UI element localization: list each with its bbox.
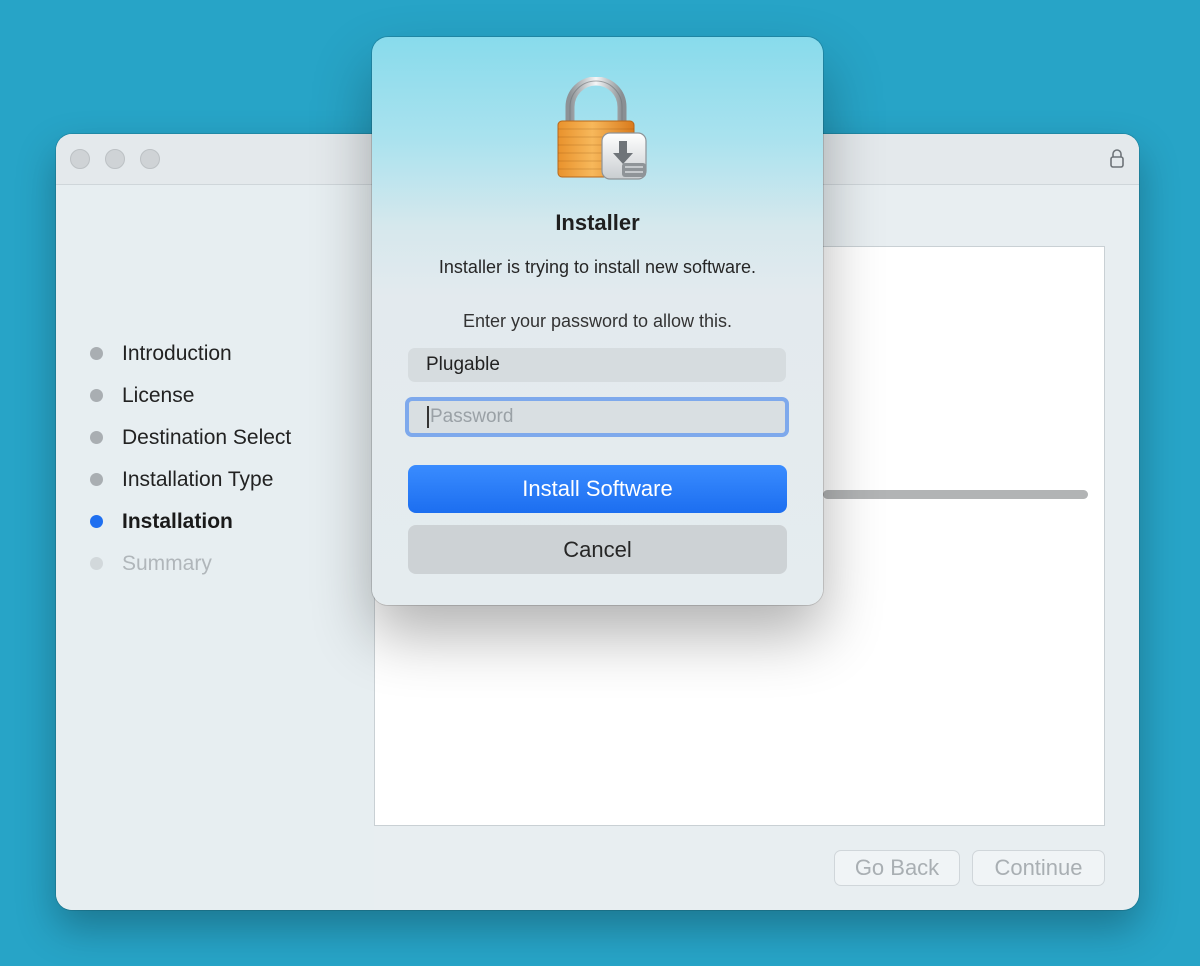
dialog-prompt: Enter your password to allow this. — [462, 311, 733, 331]
step-label: Introduction — [122, 342, 232, 365]
dialog-message: Installer is trying to install new softw… — [438, 257, 757, 277]
step-dot — [90, 431, 103, 444]
authentication-dialog: Installer Installer is trying to install… — [372, 37, 823, 605]
desktop: Introduction License Destination Select … — [0, 0, 1200, 966]
step-dot — [90, 389, 103, 402]
password-field[interactable]: Password — [405, 397, 789, 437]
lock-icon[interactable] — [1109, 148, 1125, 168]
step-license: License — [90, 375, 291, 417]
progress-fill — [823, 490, 1088, 499]
continue-button[interactable]: Continue — [972, 850, 1105, 886]
step-dot — [90, 473, 103, 486]
installation-progress-bar — [823, 490, 1088, 499]
password-placeholder: Password — [430, 406, 514, 427]
username-field[interactable]: Plugable — [408, 348, 786, 382]
username-value: Plugable — [426, 354, 500, 375]
step-dot — [90, 347, 103, 360]
minimize-window-button[interactable] — [105, 149, 125, 169]
step-dot-active — [90, 515, 103, 528]
zoom-window-button[interactable] — [140, 149, 160, 169]
install-software-button[interactable]: Install Software — [408, 465, 787, 513]
close-window-button[interactable] — [70, 149, 90, 169]
steps-list: Introduction License Destination Select … — [90, 333, 291, 585]
go-back-button[interactable]: Go Back — [834, 850, 960, 886]
step-label: Summary — [122, 552, 212, 575]
step-label: Installation — [122, 510, 233, 533]
step-label: License — [122, 384, 195, 407]
installer-lock-icon — [557, 77, 647, 180]
cancel-button[interactable]: Cancel — [408, 525, 787, 574]
step-dot-pending — [90, 557, 103, 570]
dialog-title: Installer — [555, 210, 640, 235]
step-label: Installation Type — [122, 468, 274, 491]
text-caret — [427, 406, 429, 428]
step-summary: Summary — [90, 543, 291, 585]
step-installation: Installation — [90, 501, 291, 543]
step-installation-type: Installation Type — [90, 459, 291, 501]
steps-sidebar: Introduction License Destination Select … — [56, 185, 374, 910]
step-introduction: Introduction — [90, 333, 291, 375]
step-destination-select: Destination Select — [90, 417, 291, 459]
step-label: Destination Select — [122, 426, 292, 449]
